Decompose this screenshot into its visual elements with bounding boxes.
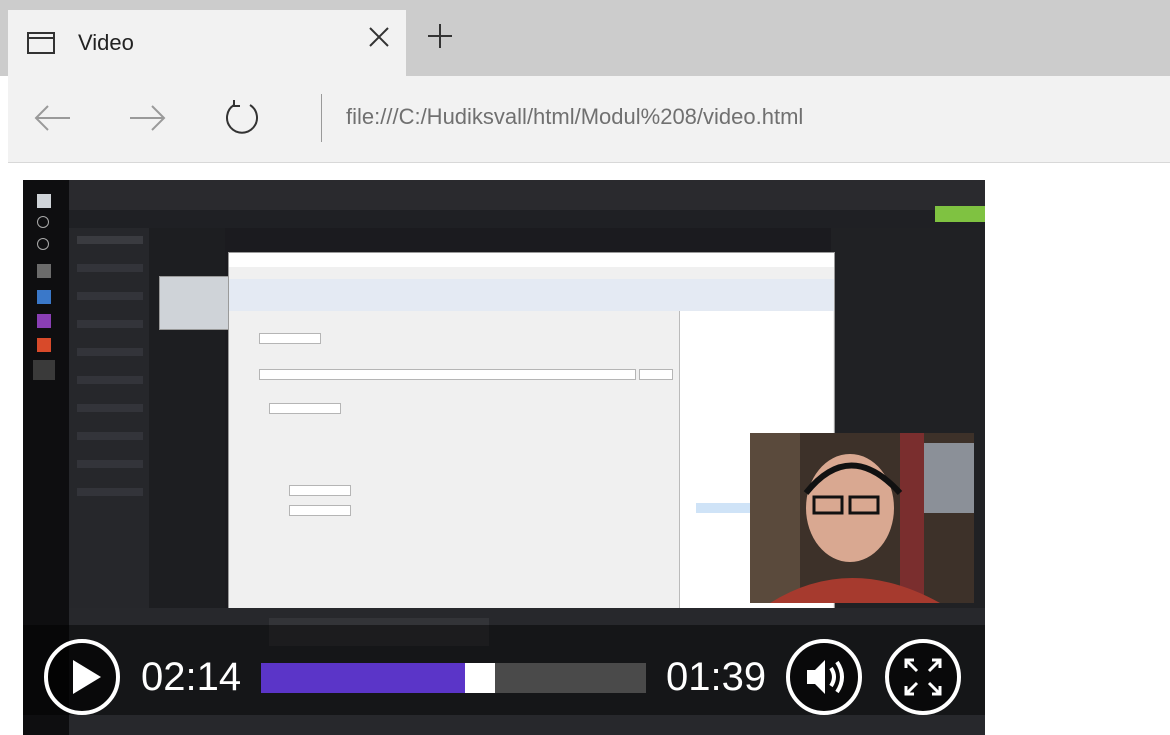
- video-frame-webcam: [750, 433, 974, 603]
- video-frame-sidebar-row: [77, 376, 143, 384]
- video-frame-field: [269, 403, 341, 414]
- video-frame-titlebar: [69, 180, 985, 210]
- video-frame-sidebar-row: [77, 488, 143, 496]
- video-frame-preset-selected: [696, 503, 756, 513]
- video-frame-sidebar-row: [77, 264, 143, 272]
- video-frame-sidebar-row: [77, 348, 143, 356]
- progress-fill: [261, 663, 465, 693]
- volume-icon[interactable]: [785, 638, 863, 716]
- arrow-right-icon[interactable]: [126, 96, 170, 140]
- address-bar[interactable]: file:///C:/Hudiksvall/html/Modul%208/vid…: [346, 104, 803, 130]
- video-frame-sidebar-row: [77, 236, 143, 244]
- windows-logo-icon: [37, 194, 51, 208]
- search-icon: [37, 216, 49, 228]
- video-frame-field: [289, 505, 351, 516]
- video-frame-sidebar-row: [77, 404, 143, 412]
- video-frame-sidebar-row: [77, 320, 143, 328]
- tab-title: Video: [78, 30, 134, 55]
- video-frame-thumbnail: [159, 276, 231, 330]
- app-icon: [37, 264, 51, 278]
- video-frame-app-toolbar: [229, 279, 834, 311]
- video-frame-sidebar-row: [77, 432, 143, 440]
- app-icon: [37, 338, 51, 352]
- play-icon[interactable]: [43, 638, 121, 716]
- video-frame-field: [639, 369, 673, 380]
- arrow-left-icon[interactable]: [30, 96, 74, 140]
- cortana-icon: [37, 238, 49, 250]
- refresh-icon[interactable]: [220, 96, 264, 140]
- navigation-bar: file:///C:/Hudiksvall/html/Modul%208/vid…: [8, 76, 1170, 163]
- video-frame-app-menu: [229, 267, 834, 279]
- video-frame-sidebar-row: [77, 292, 143, 300]
- app-icon: [33, 360, 55, 380]
- video-frame-field: [289, 485, 351, 496]
- video-frame-field: [259, 369, 636, 380]
- video-frame-share-button: [935, 206, 985, 222]
- fullscreen-icon[interactable]: [884, 638, 962, 716]
- video-frame-sidebar: [69, 228, 149, 608]
- webcam-image: [750, 433, 974, 603]
- video-frame-toolbar: [69, 210, 985, 228]
- video-frame-app-window: [228, 252, 835, 614]
- progress-thumb[interactable]: [465, 663, 495, 693]
- nav-separator: [321, 94, 322, 142]
- app-icon: [37, 290, 51, 304]
- video-frame-app-titlebar: [229, 253, 834, 267]
- tab-video[interactable]: Video: [8, 10, 406, 76]
- browser-window-icon: [27, 32, 55, 54]
- progress-bar[interactable]: [261, 663, 646, 693]
- tab-strip: Video: [0, 0, 1170, 76]
- app-icon: [37, 314, 51, 328]
- plus-icon[interactable]: [422, 18, 458, 54]
- video-frame-field: [259, 333, 321, 344]
- close-icon[interactable]: [368, 24, 390, 54]
- video-frame-sidebar-row: [77, 460, 143, 468]
